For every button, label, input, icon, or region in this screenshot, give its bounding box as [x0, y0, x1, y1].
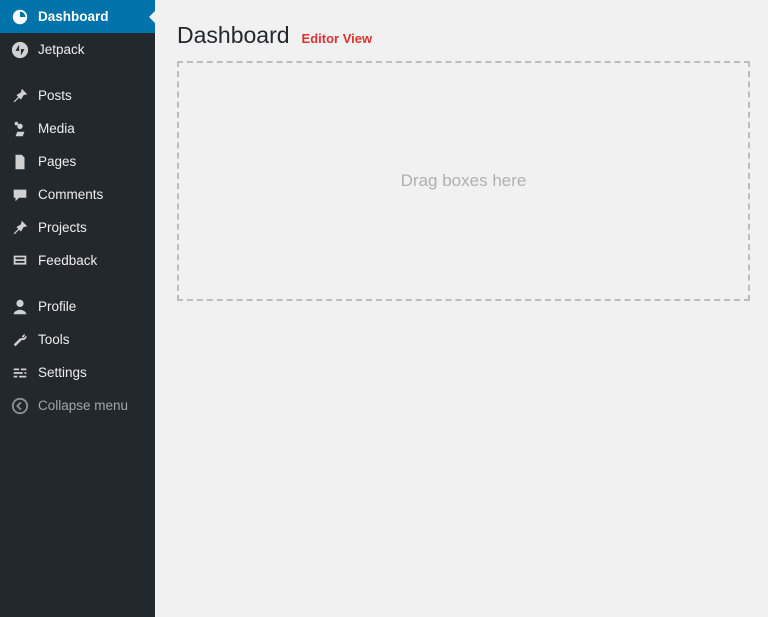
sidebar-separator	[0, 277, 155, 290]
dropzone-placeholder: Drag boxes here	[401, 171, 527, 191]
main-content: Dashboard Editor View Drag boxes here	[155, 0, 768, 617]
editor-view-link[interactable]: Editor View	[302, 31, 373, 46]
sidebar-item-label: Settings	[38, 366, 87, 380]
pin-icon	[10, 218, 30, 238]
admin-sidebar: Dashboard Jetpack Posts Media Pages Comm…	[0, 0, 155, 617]
sidebar-item-label: Jetpack	[38, 43, 85, 57]
collapse-menu-button[interactable]: Collapse menu	[0, 389, 155, 422]
sidebar-item-label: Comments	[38, 188, 103, 202]
sidebar-item-label: Tools	[38, 333, 70, 347]
sidebar-item-dashboard[interactable]: Dashboard	[0, 0, 155, 33]
jetpack-icon	[10, 40, 30, 60]
wrench-icon	[10, 330, 30, 350]
sidebar-item-profile[interactable]: Profile	[0, 290, 155, 323]
sidebar-item-label: Pages	[38, 155, 76, 169]
sidebar-item-label: Posts	[38, 89, 72, 103]
sidebar-item-tools[interactable]: Tools	[0, 323, 155, 356]
comment-icon	[10, 185, 30, 205]
feedback-icon	[10, 251, 30, 271]
page-title: Dashboard	[177, 22, 290, 49]
sidebar-item-projects[interactable]: Projects	[0, 211, 155, 244]
user-icon	[10, 297, 30, 317]
collapse-menu-label: Collapse menu	[38, 399, 128, 413]
sidebar-item-comments[interactable]: Comments	[0, 178, 155, 211]
sidebar-item-media[interactable]: Media	[0, 112, 155, 145]
sidebar-item-label: Dashboard	[38, 10, 109, 24]
sidebar-item-posts[interactable]: Posts	[0, 79, 155, 112]
sidebar-item-settings[interactable]: Settings	[0, 356, 155, 389]
media-icon	[10, 119, 30, 139]
sidebar-item-feedback[interactable]: Feedback	[0, 244, 155, 277]
page-header: Dashboard Editor View	[177, 22, 750, 49]
widget-dropzone[interactable]: Drag boxes here	[177, 61, 750, 301]
page-icon	[10, 152, 30, 172]
sidebar-item-label: Projects	[38, 221, 87, 235]
sidebar-item-jetpack[interactable]: Jetpack	[0, 33, 155, 66]
sidebar-item-label: Media	[38, 122, 75, 136]
pin-icon	[10, 86, 30, 106]
sidebar-item-pages[interactable]: Pages	[0, 145, 155, 178]
collapse-icon	[10, 396, 30, 416]
sidebar-item-label: Feedback	[38, 254, 97, 268]
sidebar-separator	[0, 66, 155, 79]
sliders-icon	[10, 363, 30, 383]
sidebar-item-label: Profile	[38, 300, 76, 314]
dashboard-icon	[10, 7, 30, 27]
